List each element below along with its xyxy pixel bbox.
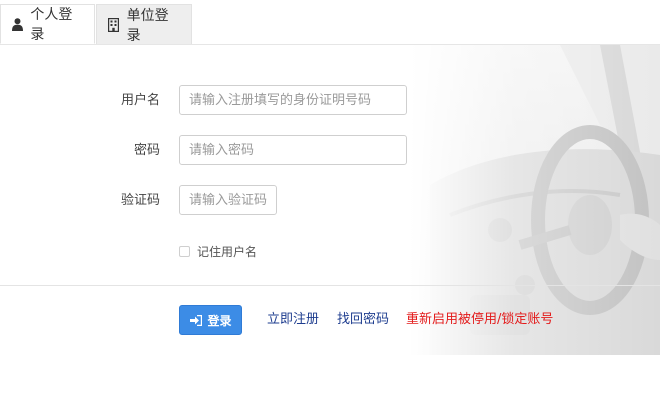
username-label: 用户名 xyxy=(120,93,160,108)
actions-divider xyxy=(0,285,660,286)
username-row: 用户名 xyxy=(0,85,660,117)
captcha-label: 验证码 xyxy=(120,193,160,208)
login-panel: 用户名 密码 验证码 记住用户名 xyxy=(0,45,660,355)
tab-organization-label: 单位登录 xyxy=(126,7,169,44)
sign-in-icon xyxy=(189,313,203,327)
remember-checkbox[interactable] xyxy=(179,245,190,257)
login-button-label: 登录 xyxy=(207,313,232,328)
password-row: 密码 xyxy=(0,135,660,167)
captcha-input[interactable] xyxy=(179,185,277,215)
captcha-row: 验证码 xyxy=(0,185,660,217)
register-link[interactable]: 立即注册 xyxy=(267,305,319,335)
login-tabs: 个人登录 单位登录 xyxy=(0,0,660,45)
building-icon xyxy=(107,17,121,32)
password-label: 密码 xyxy=(133,143,160,158)
password-input[interactable] xyxy=(179,135,407,165)
remember-username[interactable]: 记住用户名 xyxy=(179,242,257,260)
tab-personal-login[interactable]: 个人登录 xyxy=(0,4,95,44)
login-button[interactable]: 登录 xyxy=(179,305,242,335)
reactivate-account-link[interactable]: 重新启用被停用/锁定账号 xyxy=(406,305,553,335)
user-icon xyxy=(11,17,24,31)
recover-password-link[interactable]: 找回密码 xyxy=(337,305,389,335)
remember-label: 记住用户名 xyxy=(197,244,258,259)
username-input[interactable] xyxy=(179,85,407,115)
tab-organization-login[interactable]: 单位登录 xyxy=(96,4,192,44)
tab-personal-label: 个人登录 xyxy=(30,7,73,43)
